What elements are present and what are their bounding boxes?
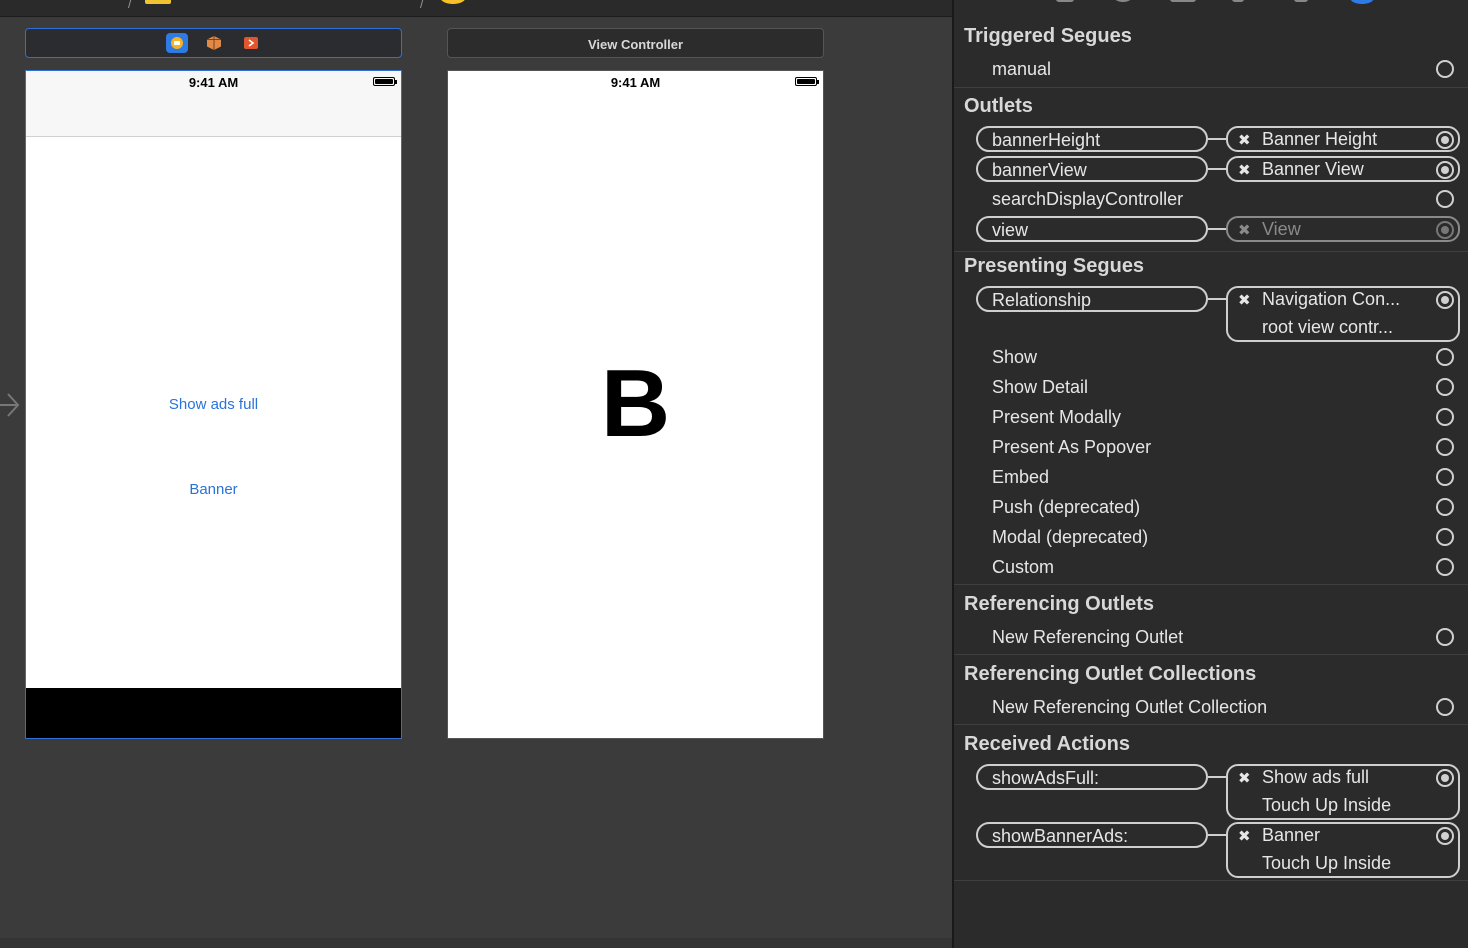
connection-circle[interactable] (1436, 131, 1454, 149)
connection-circle[interactable] (1436, 698, 1454, 716)
identity-inspector-icon[interactable] (1170, 0, 1196, 2)
view-controller-icon[interactable] (166, 33, 188, 53)
segue-row-label: Present As Popover (992, 437, 1152, 457)
show-ads-full-button[interactable]: Show ads full (26, 396, 401, 413)
attributes-inspector-icon[interactable] (1232, 0, 1244, 2)
divider (954, 880, 1468, 881)
remove-connection-icon[interactable]: ✖ (1238, 221, 1251, 239)
remove-connection-icon[interactable]: ✖ (1238, 131, 1251, 149)
divider (954, 584, 1468, 585)
connection-circle[interactable] (1436, 161, 1454, 179)
divider (954, 654, 1468, 655)
outlet-pill[interactable]: bannerView (976, 156, 1208, 182)
scene-b-phone[interactable]: 9:41 AM B (447, 70, 824, 739)
banner-button[interactable]: Banner (26, 481, 401, 498)
relationship-pill[interactable]: Relationship (976, 286, 1208, 312)
battery-icon (373, 77, 397, 86)
big-label[interactable]: B (448, 349, 823, 459)
storyboard-icon[interactable] (440, 0, 466, 4)
connection-circle[interactable] (1436, 348, 1454, 366)
divider (954, 724, 1468, 725)
connection-line (1208, 168, 1226, 170)
entry-point-arrow-icon[interactable] (0, 388, 24, 422)
action-target[interactable]: ✖ Show ads full Touch Up Inside (1226, 764, 1460, 820)
scene-dock[interactable]: View Controller (447, 28, 824, 58)
action-pill[interactable]: showAdsFull: (976, 764, 1208, 790)
remove-connection-icon[interactable]: ✖ (1238, 291, 1251, 309)
status-time: 9:41 AM (188, 75, 239, 90)
outlet-target[interactable]: ✖ Banner Height (1226, 126, 1460, 152)
battery-icon (795, 77, 819, 86)
connection-circle[interactable] (1436, 291, 1454, 309)
remove-connection-icon[interactable]: ✖ (1238, 769, 1251, 787)
connection-circle[interactable] (1436, 468, 1454, 486)
referencing-collection-row-label: New Referencing Outlet Collection (992, 697, 1268, 717)
history-inspector-icon[interactable] (1114, 0, 1132, 2)
segue-row-label: Present Modally (992, 407, 1122, 427)
connection-circle[interactable] (1436, 827, 1454, 845)
divider (954, 87, 1468, 88)
editor-top-bar: / / (0, 0, 952, 17)
segue-row-label: Show Detail (992, 377, 1089, 397)
section-header-received-actions: Received Actions (964, 733, 1130, 755)
scene-a-phone[interactable]: 9:41 AM Show ads full Banner (25, 70, 402, 739)
section-header-triggered-segues: Triggered Segues (964, 25, 1132, 47)
referencing-outlet-row-label: New Referencing Outlet (992, 627, 1184, 647)
connection-circle[interactable] (1436, 528, 1454, 546)
outlet-pill[interactable]: bannerHeight (976, 126, 1208, 152)
divider (954, 251, 1468, 252)
action-target[interactable]: ✖ Banner Touch Up Inside (1226, 822, 1460, 878)
connection-line (1208, 138, 1226, 140)
connection-circle[interactable] (1436, 221, 1454, 239)
scene-dock-selected[interactable] (25, 28, 402, 58)
connection-line (1208, 776, 1226, 778)
inspector-tabs[interactable] (954, 0, 1468, 4)
outlet-target[interactable]: ✖ View (1226, 216, 1460, 242)
connections-inspector: Triggered Segues manual Outlets bannerHe… (952, 0, 1468, 948)
remove-connection-icon[interactable]: ✖ (1238, 827, 1251, 845)
scene-title: View Controller (587, 37, 684, 52)
connection-line (1208, 298, 1226, 300)
exit-icon[interactable] (240, 33, 262, 53)
size-inspector-icon[interactable] (1294, 0, 1308, 2)
section-header-presenting-segues: Presenting Segues (964, 255, 1145, 277)
remove-connection-icon[interactable]: ✖ (1238, 161, 1251, 179)
outlet-pill[interactable]: view (976, 216, 1208, 242)
segue-row-label: Show (992, 347, 1038, 367)
connection-circle[interactable] (1436, 408, 1454, 426)
connection-circle[interactable] (1436, 558, 1454, 576)
connection-circle[interactable] (1436, 60, 1454, 78)
folder-icon[interactable] (145, 0, 171, 4)
outlet-target[interactable]: ✖ Banner View (1226, 156, 1460, 182)
breadcrumb-separator: / (128, 0, 132, 11)
connection-circle[interactable] (1436, 498, 1454, 516)
status-time: 9:41 AM (610, 75, 661, 90)
segue-row-label: Modal (deprecated) (992, 527, 1149, 547)
first-responder-icon[interactable] (203, 33, 225, 53)
canvas-bottom-bar (0, 938, 952, 948)
connection-circle[interactable] (1436, 438, 1454, 456)
connection-circle[interactable] (1436, 769, 1454, 787)
file-inspector-icon[interactable] (1056, 0, 1074, 2)
section-header-outlets: Outlets (964, 95, 1033, 117)
segue-row-label: manual (992, 59, 1052, 79)
connection-circle[interactable] (1436, 628, 1454, 646)
action-pill[interactable]: showBannerAds: (976, 822, 1208, 848)
section-header-referencing-outlets: Referencing Outlets (964, 593, 1155, 615)
connection-line (1208, 834, 1226, 836)
section-header-referencing-outlet-collections: Referencing Outlet Collections (964, 663, 1257, 685)
connection-line (1208, 228, 1226, 230)
relationship-target[interactable]: ✖ Navigation Con... root view contr... (1226, 286, 1460, 342)
segue-row-label: Push (deprecated) (992, 497, 1141, 517)
segue-row-label: Custom (992, 557, 1055, 577)
segue-row-label: Embed (992, 467, 1050, 487)
banner-view[interactable] (26, 688, 401, 738)
connections-inspector-icon[interactable] (1350, 0, 1374, 4)
outlet-row-label: searchDisplayController (992, 189, 1184, 209)
connection-circle[interactable] (1436, 190, 1454, 208)
connection-circle[interactable] (1436, 378, 1454, 396)
breadcrumb-separator: / (420, 0, 424, 11)
